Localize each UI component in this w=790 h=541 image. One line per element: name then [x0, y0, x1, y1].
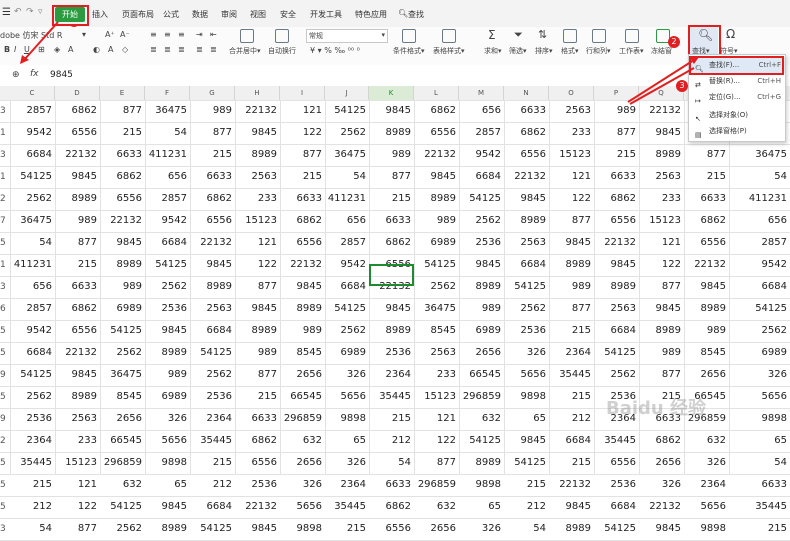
table-cell[interactable]: 6633: [369, 474, 414, 496]
table-cell[interactable]: 6684: [594, 496, 639, 518]
table-cell[interactable]: 2562: [100, 518, 145, 540]
table-cell[interactable]: 5656: [280, 496, 325, 518]
table-cell[interactable]: 9845: [549, 496, 594, 518]
table-cell[interactable]: 121: [55, 474, 100, 496]
table-cell[interactable]: 35445: [325, 496, 369, 518]
table-cell[interactable]: 9898: [459, 474, 504, 496]
table-cell[interactable]: 2536: [594, 474, 639, 496]
table-cell[interactable]: 2536: [235, 474, 280, 496]
table-cell[interactable]: 6862: [369, 496, 414, 518]
step-badge-2: 2: [668, 36, 680, 48]
table-cell[interactable]: 2656: [414, 518, 459, 540]
table-cell[interactable]: 65: [459, 496, 504, 518]
table-cell[interactable]: 65: [145, 474, 190, 496]
table-cell[interactable]: 9845: [639, 518, 684, 540]
table-cell[interactable]: 6684: [190, 496, 235, 518]
table-cell[interactable]: 54125: [100, 496, 145, 518]
table-cell[interactable]: 212: [10, 496, 55, 518]
table-cell[interactable]: 9845: [145, 496, 190, 518]
row-number[interactable]: 5: [0, 474, 8, 496]
table-cell[interactable]: 326: [280, 474, 325, 496]
arrowhead-2: [690, 57, 699, 64]
table-cell[interactable]: 296859: [414, 474, 459, 496]
table-cell[interactable]: 9898: [684, 518, 729, 540]
table-cell[interactable]: 632: [414, 496, 459, 518]
table-cell[interactable]: 8989: [145, 518, 190, 540]
table-cell[interactable]: 22132: [549, 474, 594, 496]
table-cell[interactable]: 6633: [729, 474, 790, 496]
table-cell[interactable]: 632: [100, 474, 145, 496]
table-cell[interactable]: 22132: [639, 496, 684, 518]
step-badge-3: 3: [676, 80, 688, 92]
table-cell[interactable]: 2364: [684, 474, 729, 496]
table-cell[interactable]: 877: [55, 518, 100, 540]
table-cell[interactable]: 54125: [190, 518, 235, 540]
arrow-1: [23, 21, 59, 61]
table-cell[interactable]: 122: [55, 496, 100, 518]
row-number[interactable]: 3: [0, 518, 8, 540]
table-cell[interactable]: 54: [10, 518, 55, 540]
table-cell[interactable]: 8989: [549, 518, 594, 540]
table-cell[interactable]: 215: [10, 474, 55, 496]
table-cell[interactable]: 215: [504, 474, 549, 496]
table-cell[interactable]: 2364: [325, 474, 369, 496]
table-cell[interactable]: 9898: [280, 518, 325, 540]
table-cell[interactable]: 215: [325, 518, 369, 540]
table-cell[interactable]: 212: [504, 496, 549, 518]
table-cell[interactable]: 35445: [729, 496, 790, 518]
table-cell[interactable]: 9845: [235, 518, 280, 540]
table-cell[interactable]: 212: [190, 474, 235, 496]
table-cell[interactable]: 22132: [235, 496, 280, 518]
table-cell[interactable]: 215: [729, 518, 790, 540]
row-number[interactable]: 5: [0, 496, 8, 518]
table-cell[interactable]: 6556: [369, 518, 414, 540]
watermark: Baidu 经验: [606, 398, 707, 419]
table-cell[interactable]: 54: [504, 518, 549, 540]
table-cell[interactable]: 5656: [684, 496, 729, 518]
table-cell[interactable]: 54125: [594, 518, 639, 540]
table-cell[interactable]: 326: [639, 474, 684, 496]
table-cell[interactable]: 326: [459, 518, 504, 540]
